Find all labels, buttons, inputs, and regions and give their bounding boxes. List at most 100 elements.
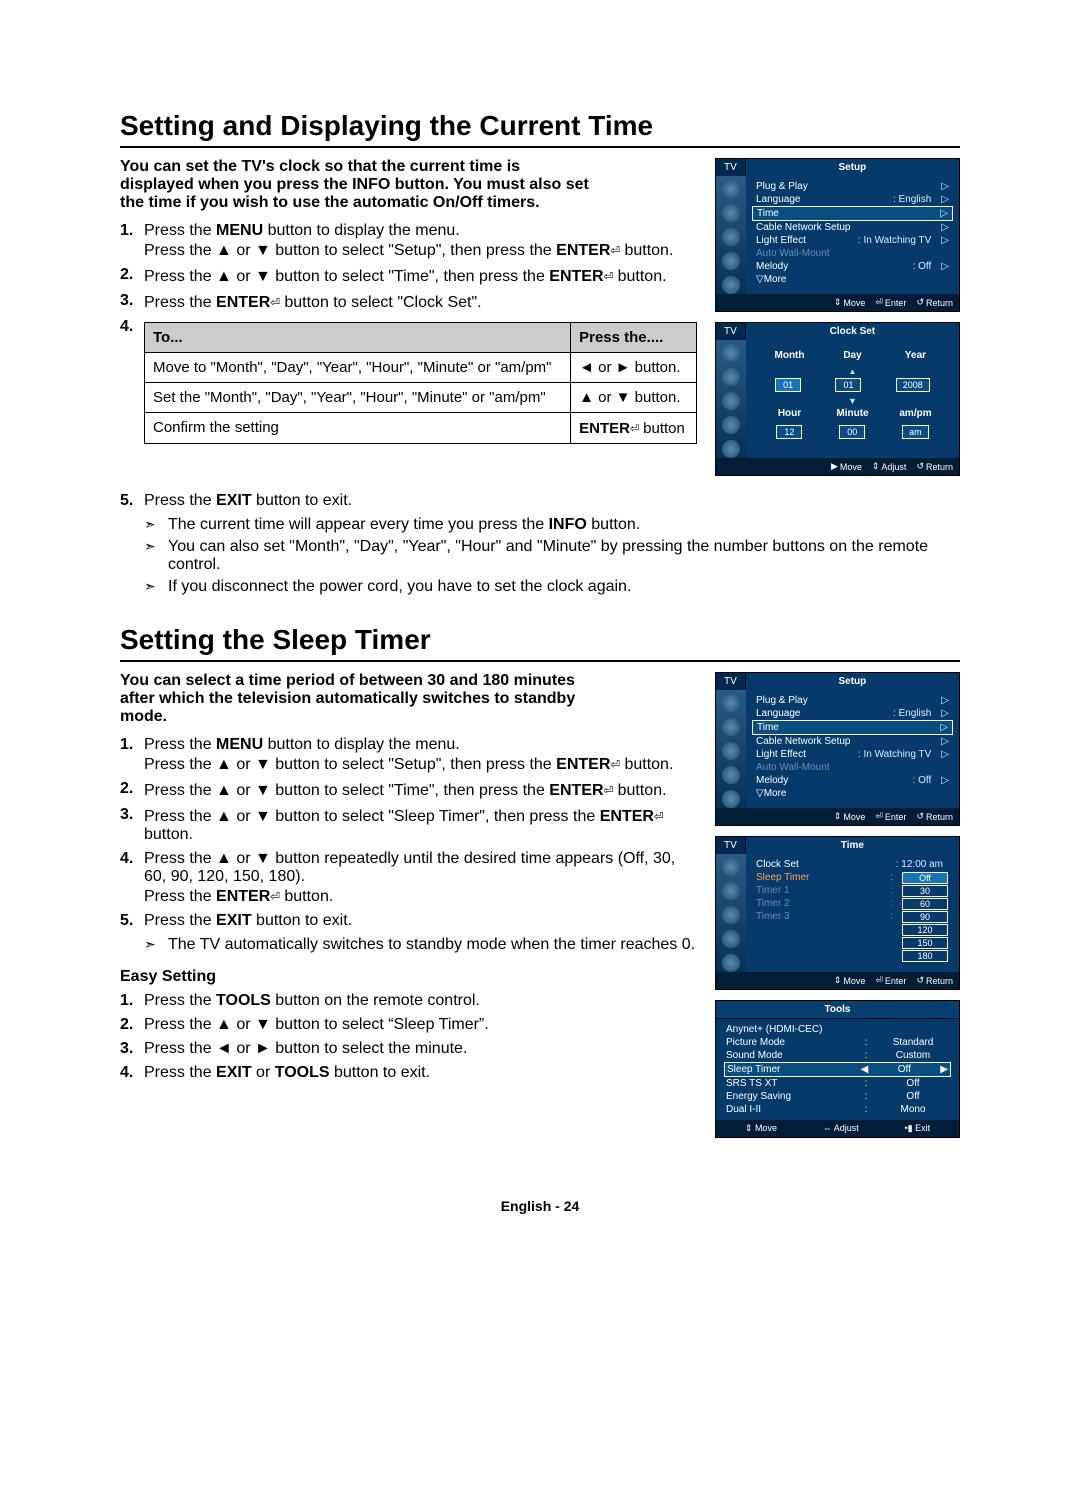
updown-icon: ⇕ [745,1123,753,1133]
osd-icon-strip [716,340,746,458]
menu-item[interactable]: Plug & Play▷ [752,180,953,193]
speaker-icon [722,906,740,924]
tools-item[interactable]: Energy Saving:Off [724,1090,951,1103]
menu-item[interactable]: Clock Set [756,859,892,870]
updown-icon: ⇕ [834,811,842,822]
osd-title: Time [746,837,959,854]
updown-icon: ⇕ [872,461,880,472]
speaker-icon [722,742,740,760]
disc-icon [722,882,740,900]
clock-value[interactable]: 01 [835,378,861,392]
tools-list[interactable]: Anynet+ (HDMI-CEC)Picture Mode:StandardS… [716,1019,959,1120]
clock-value[interactable]: 01 [775,378,801,392]
menu-item[interactable]: Time▷ [752,206,953,221]
osd-clock-set: TVClock Set MonthDayYear ▲ 01012008 ▼ Ho… [715,322,960,476]
osd-footer: ▶Move ⇕Adjust ↺Return [716,458,959,475]
tools-title: Tools [716,1001,959,1019]
step-text: Press the EXIT or TOOLS button to exit. [144,1064,697,1082]
gear-icon [722,766,740,784]
tools-item[interactable]: Picture Mode:Standard [724,1036,951,1049]
osd-list[interactable]: Clock Set: 12:00 am Sleep Timer: Timer 1… [746,854,959,972]
menu-item[interactable]: ▽More [752,273,953,286]
updown-icon: ⇕ [834,975,842,986]
speaker-icon [722,392,740,410]
intro-1: You can set the TV's clock so that the c… [120,158,590,212]
sleep-option[interactable]: 120 [902,924,948,936]
tools-item[interactable]: Sleep Timer◀Off▶ [724,1062,951,1077]
osd-footer: ⇕Move ⏎Enter ↺Return [716,808,959,825]
gear-icon [722,930,740,948]
note-text: If you disconnect the power cord, you ha… [168,578,631,596]
menu-item[interactable]: Language: English▷ [752,193,953,206]
menu-item[interactable]: Light Effect: In Watching TV▷ [752,748,953,761]
disc-icon [722,204,740,222]
osd-tab: TV [716,159,746,176]
menu-item[interactable]: Melody: Off▷ [752,260,953,273]
step-text: Press the TOOLS button on the remote con… [144,992,697,1010]
step-text: Press the ▲ or ▼ button to select "Time"… [144,266,697,286]
clock-label: Month [765,350,815,361]
clock-value[interactable]: am [902,425,929,439]
menu-item[interactable]: Cable Network Setup▷ [752,221,953,234]
num: 5. [120,492,144,510]
step-text: Press the ▲ or ▼ button to select "Time"… [144,780,697,800]
osd-list[interactable]: Plug & Play▷Language: English▷Time▷Cable… [746,690,959,808]
clock-value[interactable]: 2008 [896,378,930,392]
menu-item[interactable]: Light Effect: In Watching TV▷ [752,234,953,247]
menu-item[interactable]: Language: English▷ [752,707,953,720]
menu-item[interactable]: Time▷ [752,720,953,735]
enter-icon: ⏎ [875,297,883,308]
return-icon: ↺ [916,811,924,822]
clock-value[interactable]: 12 [776,425,802,439]
input-icon [722,276,740,294]
osd-icon-strip [716,690,746,808]
tools-item[interactable]: Sound Mode:Custom [724,1049,951,1062]
right-icon: ▶ [831,461,838,472]
clock-label: Year [891,350,941,361]
input-icon [722,440,740,458]
enter-icon: ⏎ [630,419,639,437]
intro-2: You can select a time period of between … [120,672,590,726]
osd-tab: TV [716,837,746,854]
tools-footer: ⇕ Move ⇔ Adjust •▮ Exit [716,1120,959,1137]
tools-item[interactable]: SRS TS XT:Off [724,1077,951,1090]
osd-title: Setup [746,159,959,176]
sleep-option[interactable]: 90 [902,911,948,923]
sleep-options[interactable]: Off306090120150180 [897,871,953,963]
menu-item[interactable]: ▽More [752,787,953,800]
num: 1. [120,222,144,260]
tools-item[interactable]: Anynet+ (HDMI-CEC) [724,1023,951,1036]
gear-icon [722,252,740,270]
menu-item[interactable]: Melody: Off▷ [752,774,953,787]
osd-icon-strip [716,854,746,972]
sleep-option[interactable]: Off [902,872,948,884]
easy-setting-heading: Easy Setting [120,968,697,986]
menu-item: Timer 2 [756,898,886,909]
osd-list[interactable]: Plug & Play▷Language: English▷Time▷Cable… [746,176,959,294]
updown-icon: ⇕ [834,297,842,308]
clock-value[interactable]: 00 [839,425,865,439]
return-icon: ↺ [916,297,924,308]
input-icon [722,790,740,808]
menu-item[interactable]: Cable Network Setup▷ [752,735,953,748]
sleep-option[interactable]: 60 [902,898,948,910]
note-icon: ➣ [144,538,168,574]
num: 4. [120,1064,144,1082]
tools-item[interactable]: Dual I-II:Mono [724,1103,951,1116]
enter-icon: ⏎ [270,292,280,311]
enter-icon: ⏎ [270,886,280,905]
osd-setup-1: TVSetup Plug & Play▷Language: English▷Ti… [715,158,960,312]
tv-icon [722,344,740,362]
menu-item[interactable]: Plug & Play▷ [752,694,953,707]
lr-icon: ⇔ [823,1123,832,1133]
gear-icon [722,416,740,434]
menu-item-sleep[interactable]: Sleep Timer [756,872,886,883]
sleep-option[interactable]: 150 [902,937,948,949]
sleep-option[interactable]: 180 [902,950,948,962]
num: 3. [120,292,144,312]
enter-icon: ⏎ [610,240,620,259]
sleep-option[interactable]: 30 [902,885,948,897]
num: 3. [120,1040,144,1058]
tv-icon [722,694,740,712]
num: 4. [120,850,144,906]
